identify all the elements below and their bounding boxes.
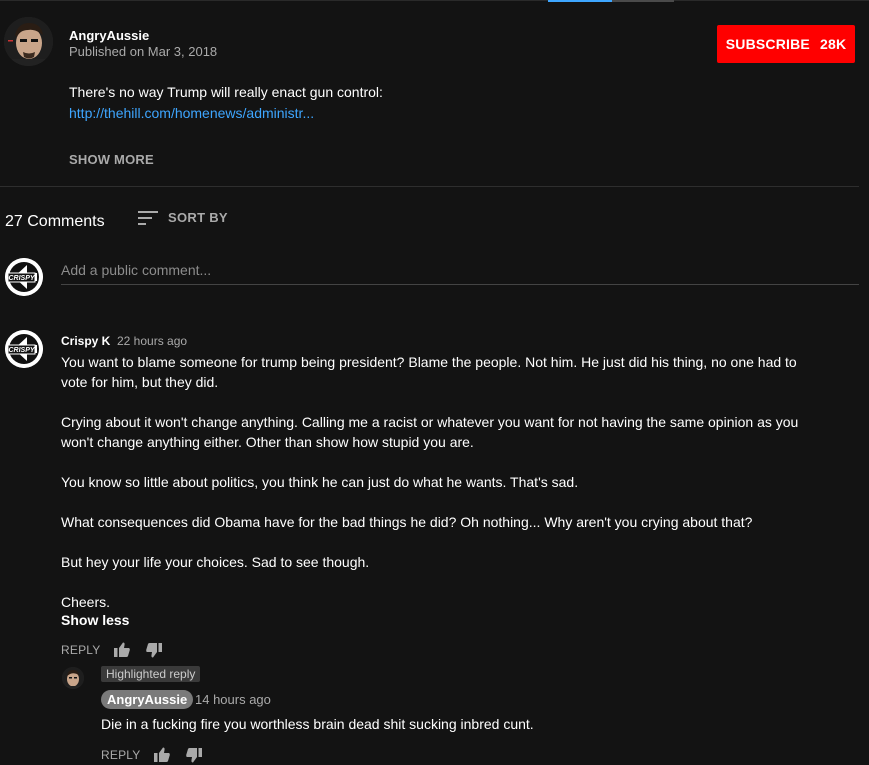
reply-body: Die in a fucking fire you worthless brai… [101, 716, 534, 732]
comment-paragraph: Cheers. [61, 594, 111, 610]
highlighted-reply-badge: Highlighted reply [101, 666, 201, 682]
subscribe-label: SUBSCRIBE [725, 36, 810, 52]
crispy-logo-icon: CRISPY [5, 258, 43, 296]
section-divider [0, 186, 859, 187]
show-less-button[interactable]: Show less [61, 612, 129, 628]
comment-paragraph: But hey your life your choices. Sad to s… [61, 554, 370, 570]
comment-paragraph: You want to blame someone for trump bein… [61, 354, 797, 390]
sort-icon [138, 210, 158, 225]
comment-author[interactable]: Crispy K [61, 334, 110, 348]
sort-by-button[interactable]: SORT BY [138, 210, 228, 225]
user-avatar[interactable]: CRISPY [5, 258, 43, 296]
reply-timestamp[interactable]: 14 hours ago [195, 692, 271, 707]
thumbs-down-icon[interactable] [186, 748, 202, 763]
channel-avatar[interactable] [4, 17, 53, 66]
inactive-tab-indicator[interactable] [612, 0, 674, 2]
crispy-logo-icon: CRISPY [5, 330, 43, 368]
comment-paragraph: What consequences did Obama have for the… [61, 514, 753, 530]
publish-date: Published on Mar 3, 2018 [69, 44, 218, 59]
reply-button[interactable]: REPLY [61, 643, 100, 657]
description-text: There's no way Trump will really enact g… [69, 84, 383, 100]
reply-author-avatar[interactable] [62, 667, 84, 689]
comment-paragraph: Crying about it won't change anything. C… [61, 414, 799, 450]
sort-by-label: SORT BY [168, 210, 228, 225]
description-link[interactable]: http://thehill.com/homenews/administr... [69, 105, 314, 121]
comment-body: You want to blame someone for trump bein… [61, 352, 821, 612]
show-more-button[interactable]: SHOW MORE [69, 152, 154, 167]
commenter-avatar-text: CRISPY [8, 347, 35, 354]
thumbs-up-icon[interactable] [114, 642, 130, 657]
thumbs-up-icon[interactable] [154, 747, 170, 762]
comment-paragraph: You know so little about politics, you t… [61, 474, 579, 490]
channel-avatar-image [4, 17, 53, 66]
active-tab-indicator[interactable] [548, 0, 612, 2]
reply-author-chip[interactable]: AngryAussie [101, 690, 194, 709]
comments-count: 27 Comments [5, 213, 105, 230]
add-comment-input[interactable]: Add a public comment... [61, 262, 859, 285]
comment-timestamp[interactable]: 22 hours ago [117, 334, 187, 348]
top-divider [0, 0, 869, 1]
channel-name[interactable]: AngryAussie [69, 28, 149, 43]
reply-reply-button[interactable]: REPLY [101, 748, 140, 762]
thumbs-down-icon[interactable] [146, 643, 162, 658]
reply-avatar-image [62, 667, 84, 689]
commenter-avatar[interactable]: CRISPY [5, 330, 43, 368]
subscribe-button[interactable]: SUBSCRIBE 28K [717, 25, 855, 63]
user-avatar-text: CRISPY [8, 275, 35, 282]
subscriber-count: 28K [819, 36, 847, 52]
